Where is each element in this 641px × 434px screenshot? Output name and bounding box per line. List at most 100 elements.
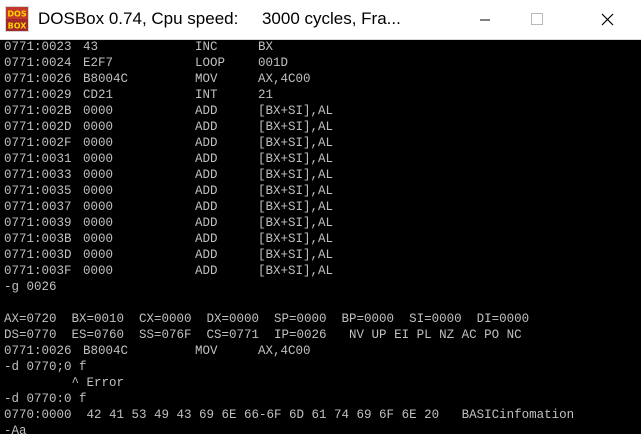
disassembly-row: 0771:003F 0000 ADD [BX+SI],AL bbox=[4, 263, 638, 279]
instruction-address: 0771:0039 bbox=[4, 216, 72, 230]
dump-command-line-1: -d 0770;0 f bbox=[4, 360, 87, 374]
maximize-button[interactable] bbox=[514, 0, 560, 39]
instruction-operands: [BX+SI],AL bbox=[258, 104, 334, 118]
disassembly-listing: 0771:0023 43 INC BX 0771:0024 E2F7 LOOP 001D 077… bbox=[4, 39, 638, 279]
dosbox-window: DOS BOX DOSBox 0.74, Cpu speed: 3000 cyc… bbox=[0, 0, 641, 434]
instruction-bytes: 0000 bbox=[83, 264, 114, 278]
disassembly-row: 0771:002F 0000 ADD [BX+SI],AL bbox=[4, 135, 638, 151]
instruction-operands: 21 bbox=[258, 88, 274, 102]
instruction-operands: [BX+SI],AL bbox=[258, 232, 334, 246]
instruction-mnemonic: INT bbox=[195, 88, 218, 102]
register-line-1: AX=0720 BX=0010 CX=0000 DX=0000 SP=0000 … bbox=[4, 312, 530, 326]
instruction-operands: 001D bbox=[258, 56, 289, 70]
instruction-bytes: 0000 bbox=[83, 168, 114, 182]
disassembly-row: 0771:002D 0000 ADD [BX+SI],AL bbox=[4, 119, 638, 135]
instruction-operands: [BX+SI],AL bbox=[258, 120, 334, 134]
instruction-operands: [BX+SI],AL bbox=[258, 152, 334, 166]
instruction-address: 0771:0024 bbox=[4, 56, 72, 70]
instruction-operands: BX bbox=[258, 40, 274, 54]
instruction-address: 0771:003B bbox=[4, 232, 72, 246]
instruction-operands: [BX+SI],AL bbox=[258, 168, 334, 182]
instruction-address: 0771:0023 bbox=[4, 40, 72, 54]
minimize-button[interactable] bbox=[462, 0, 508, 39]
dump-command-line-2: -d 0770:0 f bbox=[4, 392, 87, 406]
instruction-operands: [BX+SI],AL bbox=[258, 200, 334, 214]
instruction-bytes: B8004C bbox=[83, 344, 129, 358]
instruction-address: 0771:0031 bbox=[4, 152, 72, 166]
disassembly-row: 0771:0035 0000 ADD [BX+SI],AL bbox=[4, 183, 638, 199]
instruction-operands: [BX+SI],AL bbox=[258, 136, 334, 150]
instruction-bytes: 0000 bbox=[83, 232, 114, 246]
icon-text-bottom: BOX bbox=[8, 22, 28, 31]
instruction-bytes: CD21 bbox=[83, 88, 114, 102]
close-icon bbox=[601, 13, 614, 26]
instruction-address: 0771:002D bbox=[4, 120, 72, 134]
instruction-mnemonic: MOV bbox=[195, 72, 218, 86]
instruction-bytes: 0000 bbox=[83, 200, 114, 214]
disassembly-row: 0771:0039 0000 ADD [BX+SI],AL bbox=[4, 215, 638, 231]
disassembly-row: 0771:0037 0000 ADD [BX+SI],AL bbox=[4, 199, 638, 215]
instruction-mnemonic: ADD bbox=[195, 248, 218, 262]
instruction-address: 0771:0026 bbox=[4, 72, 72, 86]
instruction-operands: [BX+SI],AL bbox=[258, 264, 334, 278]
disassembly-row: 0771:0024 E2F7 LOOP 001D bbox=[4, 55, 638, 71]
disassembly-row: 0771:0026 B8004C MOV AX,4C00 bbox=[4, 71, 638, 87]
instruction-address: 0771:0029 bbox=[4, 88, 72, 102]
instruction-bytes: 43 bbox=[83, 40, 99, 54]
go-command-line: -g 0026 bbox=[4, 280, 57, 294]
instruction-bytes: E2F7 bbox=[83, 56, 114, 70]
instruction-bytes: 0000 bbox=[83, 184, 114, 198]
instruction-operands: [BX+SI],AL bbox=[258, 248, 334, 262]
instruction-mnemonic: ADD bbox=[195, 264, 218, 278]
instruction-address: 0771:0026 bbox=[4, 344, 72, 358]
instruction-mnemonic: ADD bbox=[195, 136, 218, 150]
instruction-operands: [BX+SI],AL bbox=[258, 216, 334, 230]
instruction-operands: AX,4C00 bbox=[258, 72, 311, 86]
maximize-icon bbox=[531, 13, 543, 25]
instruction-operands: [BX+SI],AL bbox=[258, 184, 334, 198]
disassembly-row: 0771:0031 0000 ADD [BX+SI],AL bbox=[4, 151, 638, 167]
icon-text-top: DOS bbox=[7, 10, 26, 19]
close-button[interactable] bbox=[584, 0, 630, 39]
instruction-mnemonic: ADD bbox=[195, 104, 218, 118]
disassembly-row: 0771:0033 0000 ADD [BX+SI],AL bbox=[4, 167, 638, 183]
instruction-mnemonic: ADD bbox=[195, 184, 218, 198]
instruction-mnemonic: LOOP bbox=[195, 56, 226, 70]
instruction-bytes: 0000 bbox=[83, 104, 114, 118]
instruction-bytes: 0000 bbox=[83, 120, 114, 134]
instruction-address: 0771:003D bbox=[4, 248, 72, 262]
instruction-address: 0771:002F bbox=[4, 136, 72, 150]
disassembly-row: 0771:0029 CD21 INT 21 bbox=[4, 87, 638, 103]
window-title: DOSBox 0.74, Cpu speed: 3000 cycles, Fra… bbox=[38, 9, 401, 28]
instruction-operands: AX,4C00 bbox=[258, 344, 311, 358]
console-output[interactable]: 0771:0023 43 INC BX 0771:0024 E2F7 LOOP 001D 077… bbox=[4, 39, 638, 434]
memory-dump-line: 0770:0000 42 41 53 49 43 69 6E 66-6F 6D … bbox=[4, 408, 575, 422]
disassembly-row: 0771:003B 0000 ADD [BX+SI],AL bbox=[4, 231, 638, 247]
instruction-mnemonic: ADD bbox=[195, 168, 218, 182]
register-line-2: DS=0770 ES=0760 SS=076F CS=0771 IP=0026 … bbox=[4, 328, 522, 342]
command-prompt-line[interactable]: -Aa bbox=[4, 423, 638, 434]
instruction-address: 0771:002B bbox=[4, 104, 72, 118]
instruction-address: 0771:0035 bbox=[4, 184, 72, 198]
instruction-mnemonic: ADD bbox=[195, 200, 218, 214]
current-instruction-line: 0771:0026 B8004C MOV AX,4C00 bbox=[4, 343, 638, 359]
instruction-bytes: 0000 bbox=[83, 152, 114, 166]
instruction-mnemonic: ADD bbox=[195, 152, 218, 166]
instruction-mnemonic: ADD bbox=[195, 216, 218, 230]
instruction-mnemonic: MOV bbox=[195, 344, 218, 358]
instruction-address: 0771:0037 bbox=[4, 200, 72, 214]
instruction-bytes: 0000 bbox=[83, 248, 114, 262]
instruction-address: 0771:003F bbox=[4, 264, 72, 278]
instruction-mnemonic: ADD bbox=[195, 120, 218, 134]
instruction-bytes: 0000 bbox=[83, 216, 114, 230]
instruction-mnemonic: ADD bbox=[195, 232, 218, 246]
dosbox-icon: DOS BOX bbox=[5, 6, 29, 32]
disassembly-row: 0771:0023 43 INC BX bbox=[4, 39, 638, 55]
disassembly-row: 0771:002B 0000 ADD [BX+SI],AL bbox=[4, 103, 638, 119]
title-bar[interactable]: DOS BOX DOSBox 0.74, Cpu speed: 3000 cyc… bbox=[0, 0, 641, 40]
instruction-address: 0771:0033 bbox=[4, 168, 72, 182]
error-line: ^ Error bbox=[4, 376, 125, 390]
disassembly-row: 0771:003D 0000 ADD [BX+SI],AL bbox=[4, 247, 638, 263]
instruction-bytes: 0000 bbox=[83, 136, 114, 150]
